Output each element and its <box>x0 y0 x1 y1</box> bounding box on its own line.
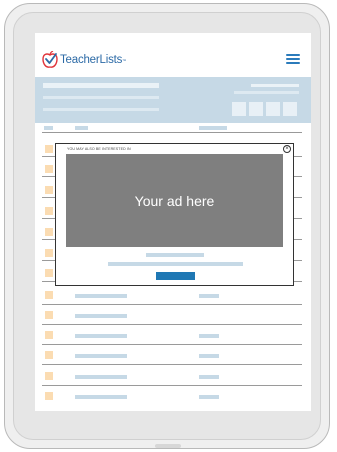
table-header-placeholder <box>75 126 88 130</box>
table-header-placeholder <box>44 126 53 130</box>
ad-placeholder[interactable]: Your ad here <box>66 154 283 247</box>
banner-line-placeholder <box>43 108 159 111</box>
logo-text: TeacherLists <box>60 54 123 66</box>
ad-modal: YOU MAY ALSO BE INTERESTED IN × Your ad … <box>55 143 294 286</box>
list-item-marker <box>45 249 53 257</box>
logo-trademark: ™ <box>122 57 127 63</box>
list-item-marker <box>45 311 53 319</box>
list-item-name-placeholder[interactable] <box>75 375 127 379</box>
modal-line-placeholder <box>146 253 204 257</box>
screen: TeacherLists ™ YOU MAY ALSO BE INTERESTE… <box>35 33 311 411</box>
list-item-marker <box>45 207 53 215</box>
close-icon[interactable]: × <box>283 145 291 153</box>
banner-right-placeholder <box>251 84 299 87</box>
list-item-marker <box>45 392 53 400</box>
banner-action-square[interactable] <box>266 102 280 116</box>
list-item-qty-placeholder <box>199 375 219 379</box>
modal-action-button[interactable] <box>156 272 195 280</box>
hamburger-menu-icon[interactable] <box>286 54 300 64</box>
banner-line-placeholder <box>43 96 159 99</box>
list-item-marker <box>45 372 53 380</box>
apple-check-icon <box>42 51 58 68</box>
list-item-marker <box>45 291 53 299</box>
list-item-marker <box>45 165 53 173</box>
banner-action-square[interactable] <box>249 102 263 116</box>
banner-action-square[interactable] <box>283 102 297 116</box>
table-header-placeholder <box>199 126 227 130</box>
row-divider <box>42 344 302 345</box>
row-divider <box>42 304 302 305</box>
list-item-name-placeholder[interactable] <box>75 314 127 318</box>
banner <box>35 77 311 123</box>
banner-right-placeholder <box>234 91 299 94</box>
modal-heading: YOU MAY ALSO BE INTERESTED IN <box>67 147 131 151</box>
row-divider <box>42 364 302 365</box>
list-item-qty-placeholder <box>199 354 219 358</box>
list-item-marker <box>45 331 53 339</box>
list-item-name-placeholder[interactable] <box>75 395 127 399</box>
ad-text: Your ad here <box>134 192 215 209</box>
list-item-marker <box>45 269 53 277</box>
table-header-divider <box>42 132 302 133</box>
list-item-marker <box>45 145 53 153</box>
list-item-name-placeholder[interactable] <box>75 334 127 338</box>
banner-title-placeholder <box>43 83 159 88</box>
logo[interactable]: TeacherLists ™ <box>42 50 126 70</box>
row-divider <box>42 385 302 386</box>
modal-line-placeholder <box>108 262 243 266</box>
list-item-name-placeholder[interactable] <box>75 354 127 358</box>
row-divider <box>42 324 302 325</box>
list-item-qty-placeholder <box>199 334 219 338</box>
list-item-marker <box>45 186 53 194</box>
list-item-name-placeholder[interactable] <box>75 294 127 298</box>
list-item-marker <box>45 228 53 236</box>
tablet-home-indicator <box>155 444 181 448</box>
list-item-qty-placeholder <box>199 395 219 399</box>
banner-action-square[interactable] <box>232 102 246 116</box>
list-item-qty-placeholder <box>199 294 219 298</box>
list-item-marker <box>45 351 53 359</box>
